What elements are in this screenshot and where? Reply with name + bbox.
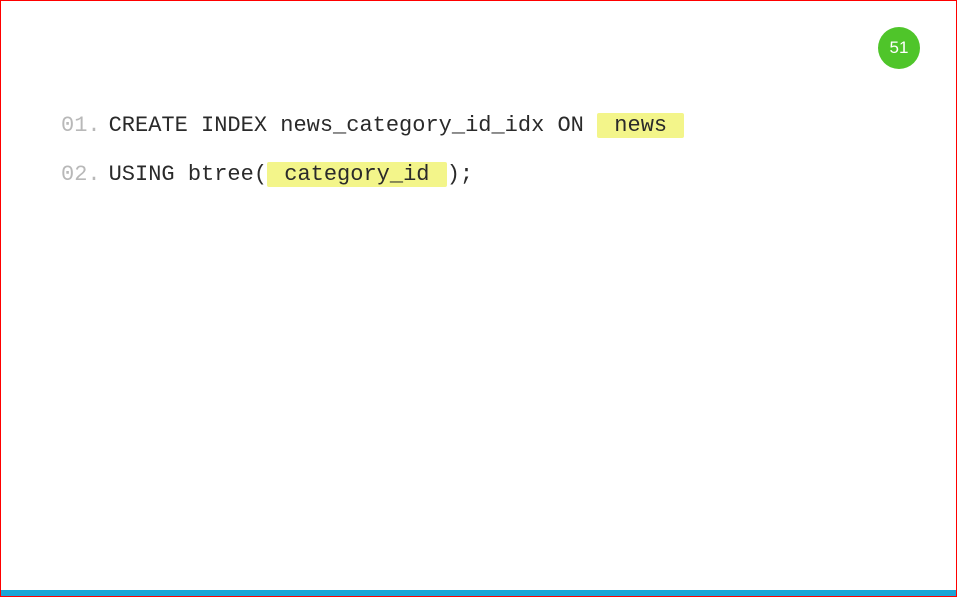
line-number: 02. [61, 160, 101, 191]
code-segment-highlighted: category_id [267, 162, 447, 187]
code-block: 01. CREATE INDEX news_category_id_idx ON… [61, 111, 896, 209]
code-line: 02. USING btree( category_id ); [61, 160, 896, 191]
code-content: CREATE INDEX news_category_id_idx ON new… [109, 111, 685, 142]
code-segment: USING btree( [109, 162, 267, 187]
page-number-text: 51 [890, 38, 909, 58]
page-number-badge: 51 [878, 27, 920, 69]
code-segment: ); [447, 162, 473, 187]
code-segment: CREATE INDEX news_category_id_idx ON [109, 113, 597, 138]
slide-container: 51 01. CREATE INDEX news_category_id_idx… [0, 0, 957, 597]
code-line: 01. CREATE INDEX news_category_id_idx ON… [61, 111, 896, 142]
line-number: 01. [61, 111, 101, 142]
code-segment-highlighted: news [597, 113, 684, 138]
bottom-accent-bar [1, 590, 956, 596]
code-content: USING btree( category_id ); [109, 160, 473, 191]
